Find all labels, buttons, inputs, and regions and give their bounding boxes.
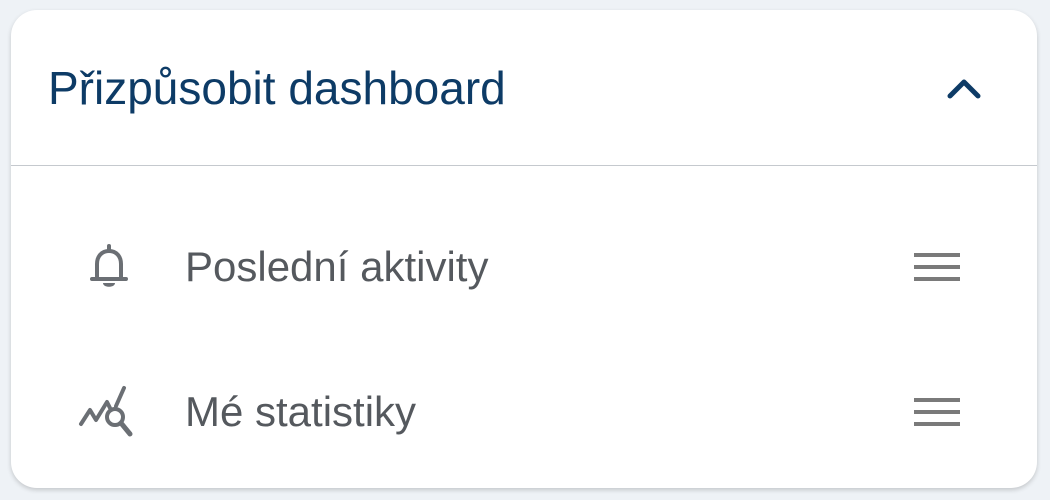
- customize-dashboard-card: Přizpůsobit dashboard Poslední aktivity: [11, 10, 1037, 488]
- widget-row-my-statistics: Mé statistiky: [11, 362, 1037, 462]
- collapse-button[interactable]: [937, 64, 991, 112]
- chevron-up-icon: [947, 79, 981, 99]
- bell-icon: [77, 239, 141, 295]
- widget-label: Poslední aktivity: [185, 243, 489, 290]
- drag-handle-icon[interactable]: [908, 247, 966, 287]
- card-header[interactable]: Přizpůsobit dashboard: [11, 10, 1037, 166]
- drag-handle-icon[interactable]: [908, 392, 966, 432]
- statistics-search-icon: [77, 384, 141, 440]
- widget-label: Mé statistiky: [185, 388, 417, 435]
- widget-row-recent-activities: Poslední aktivity: [11, 217, 1037, 317]
- card-title: Přizpůsobit dashboard: [48, 62, 506, 114]
